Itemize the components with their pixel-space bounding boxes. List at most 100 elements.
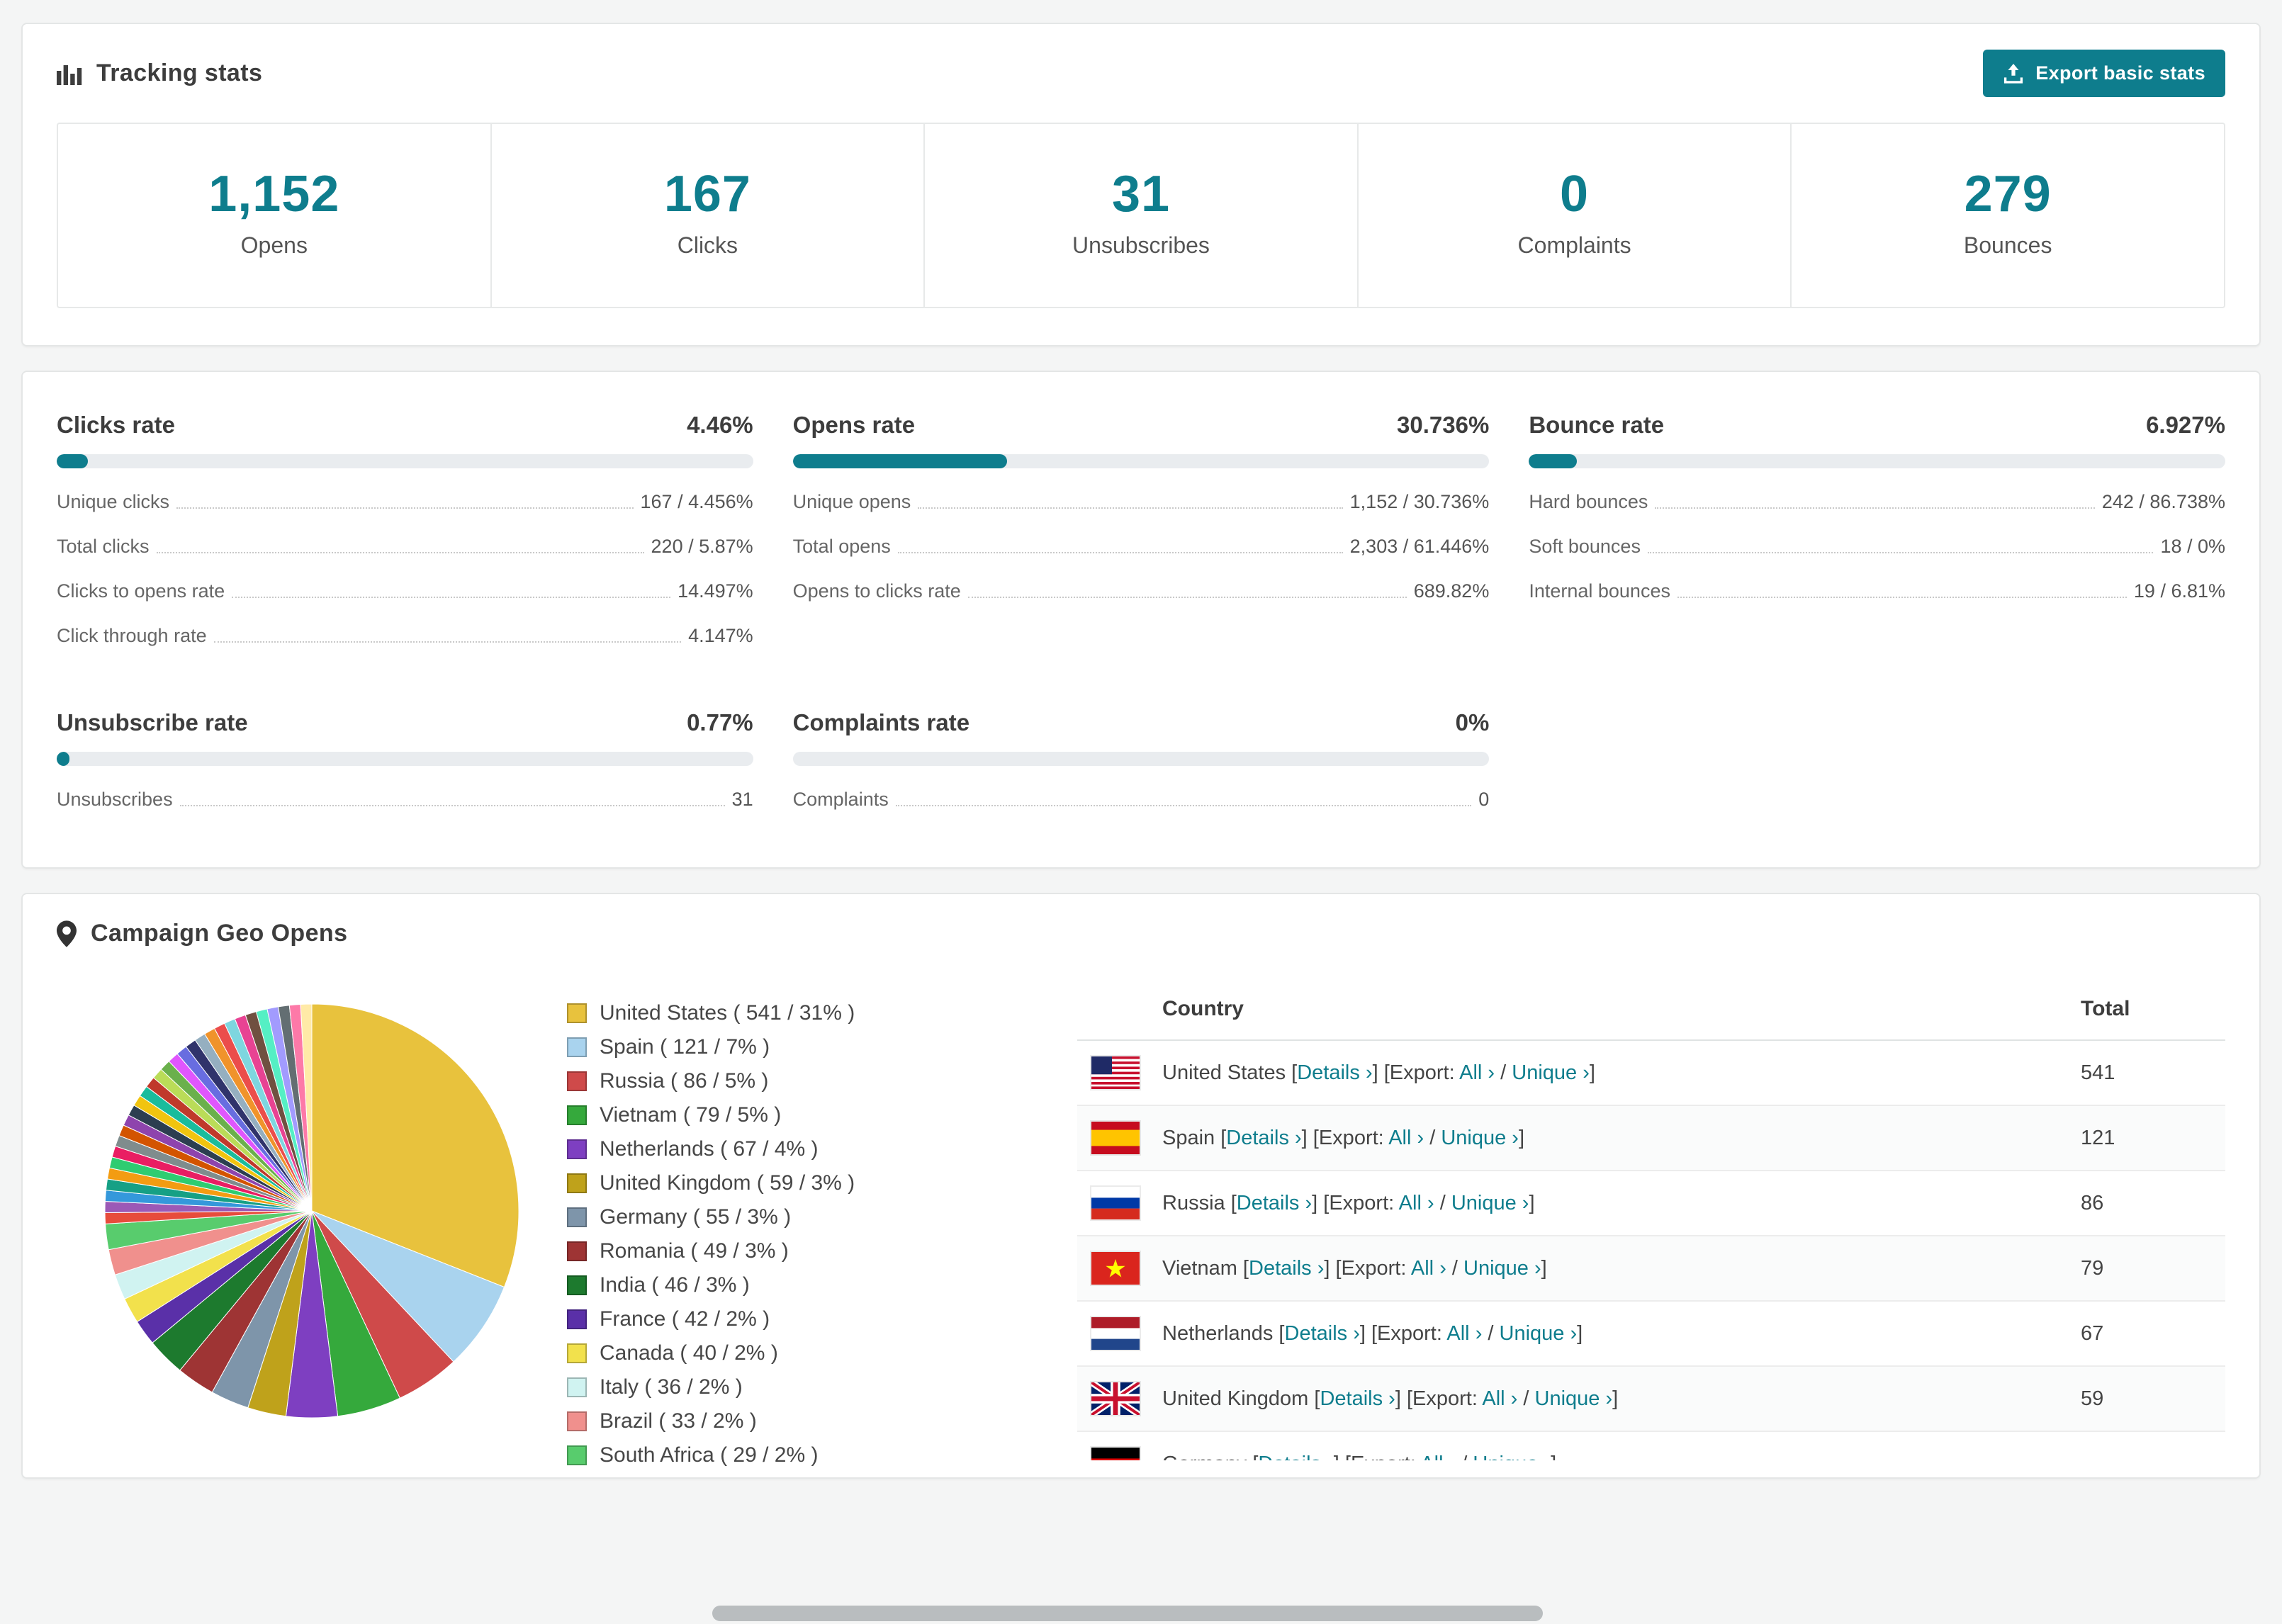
country-name: Germany: [1162, 1453, 1247, 1461]
export-label: Export:: [1341, 1256, 1407, 1280]
export-unique-link[interactable]: Unique ›: [1500, 1322, 1578, 1345]
dotted-leader: [232, 597, 671, 599]
export-label: Export:: [1318, 1126, 1384, 1149]
chevron-right-icon: ›: [1510, 1387, 1518, 1410]
export-all-link[interactable]: All ›: [1446, 1322, 1482, 1345]
legend-item-france: France ( 42 / 2% ): [567, 1307, 978, 1331]
rate-metric-soft-bounces: Soft bounces 18 / 0%: [1529, 536, 2225, 558]
legend-swatch: [567, 1377, 587, 1398]
flag-gb-icon: [1091, 1382, 1140, 1416]
export-label: Export:: [1329, 1191, 1395, 1214]
export-all-link[interactable]: All ›: [1420, 1453, 1456, 1461]
geo-table-row-united-kingdom: United Kingdom [Details ›] [Export: All …: [1077, 1366, 2225, 1433]
legend-swatch: [567, 1207, 587, 1228]
export-all-link[interactable]: All ›: [1388, 1127, 1424, 1149]
geo-table-header-row: Country Total: [1077, 979, 2225, 1042]
chevron-right-icon: ›: [1570, 1321, 1578, 1345]
rate-metric-unique-clicks: Unique clicks 167 / 4.456%: [57, 491, 753, 513]
geo-total: 86: [2067, 1171, 2225, 1237]
geo-table-row-russia: Russia [Details ›] [Export: All › / Uniq…: [1077, 1171, 2225, 1237]
rate-value: 4.46%: [687, 412, 753, 439]
export-unique-link[interactable]: Unique ›: [1512, 1061, 1590, 1084]
export-button-label: Export basic stats: [2035, 62, 2205, 84]
country-name: United Kingdom: [1162, 1387, 1309, 1410]
tracking-stats-title: Tracking stats: [57, 60, 262, 87]
details-link[interactable]: Details ›: [1285, 1322, 1360, 1345]
progress-bar: [57, 454, 753, 469]
progress-bar-fill: [1529, 454, 1578, 469]
export-all-link[interactable]: All ›: [1459, 1061, 1495, 1084]
rate-title: Bounce rate: [1529, 412, 1665, 439]
export-all-link[interactable]: All ›: [1399, 1192, 1434, 1214]
chevron-right-icon: ›: [1317, 1256, 1325, 1280]
country-name: Vietnam: [1162, 1256, 1237, 1280]
legend-swatch: [567, 1003, 587, 1024]
dotted-leader: [918, 507, 1343, 509]
chevron-right-icon: ›: [1427, 1191, 1434, 1214]
rate-block-bounce-rate: Bounce rate 6.927% Hard bounces 242 / 86…: [1529, 412, 2225, 647]
export-label: Export:: [1351, 1453, 1416, 1461]
legend-item-netherlands: Netherlands ( 67 / 4% ): [567, 1137, 978, 1161]
legend-swatch: [567, 1241, 587, 1262]
page: Tracking stats Export basic stats 1,152 …: [0, 0, 2282, 1621]
legend-item-canada: Canada ( 40 / 2% ): [567, 1341, 978, 1365]
rates-grid: Clicks rate 4.46% Unique clicks 167 / 4.…: [23, 372, 2259, 867]
rate-metric-unique-opens: Unique opens 1,152 / 30.736%: [792, 491, 1490, 513]
progress-bar: [792, 454, 1490, 469]
dotted-leader: [179, 805, 725, 807]
rate-metric-click-through-rate: Click through rate 4.147%: [57, 625, 753, 647]
stat-opens: 1,152 Opens: [58, 124, 492, 308]
rate-block-complaints-rate: Complaints rate 0% Complaints 0: [792, 709, 1490, 811]
rate-title: Complaints rate: [792, 709, 970, 736]
progress-bar: [1529, 454, 2225, 469]
flag-nl-icon: [1091, 1317, 1140, 1350]
details-link[interactable]: Details ›: [1237, 1192, 1312, 1214]
export-unique-link[interactable]: Unique ›: [1473, 1453, 1551, 1461]
rates-card: Clicks rate 4.46% Unique clicks 167 / 4.…: [21, 371, 2261, 869]
chevron-right-icon: ›: [1295, 1126, 1302, 1149]
stat-bounces: 279 Bounces: [1792, 124, 2224, 307]
details-link[interactable]: Details ›: [1320, 1387, 1395, 1410]
export-unique-link[interactable]: Unique ›: [1535, 1387, 1613, 1410]
chevron-right-icon: ›: [1488, 1061, 1495, 1084]
rate-metric-opens-to-clicks-rate: Opens to clicks rate 689.82%: [792, 580, 1490, 602]
dotted-leader: [1647, 552, 2154, 554]
geo-table-row-spain: Spain [Details ›] [Export: All › / Uniqu…: [1077, 1105, 2225, 1172]
dotted-leader: [1655, 507, 2095, 509]
legend-item-italy: Italy ( 36 / 2% ): [567, 1375, 978, 1399]
legend-swatch: [567, 1071, 587, 1092]
rate-value: 6.927%: [2146, 412, 2225, 439]
export-unique-link[interactable]: Unique ›: [1463, 1257, 1541, 1280]
export-all-link[interactable]: All ›: [1482, 1387, 1517, 1410]
stat-value: 31: [1111, 166, 1171, 222]
chevron-right-icon: ›: [1605, 1387, 1613, 1410]
progress-bar-fill: [792, 454, 1007, 469]
legend-item-united-kingdom: United Kingdom ( 59 / 3% ): [567, 1171, 978, 1195]
chevron-right-icon: ›: [1534, 1256, 1541, 1280]
column-header-total: Total: [2067, 979, 2225, 1042]
details-link[interactable]: Details ›: [1258, 1453, 1333, 1461]
stats-summary: 1,152 Opens 167 Clicks 31 Unsubscribes 0…: [57, 123, 2225, 309]
rate-title: Opens rate: [792, 412, 916, 439]
legend-swatch: [567, 1343, 587, 1364]
progress-bar-fill: [57, 752, 69, 767]
stat-label: Complaints: [1517, 232, 1631, 259]
rate-value: 0%: [1455, 709, 1490, 736]
geo-opens-title-text: Campaign Geo Opens: [91, 920, 348, 947]
stat-label: Unsubscribes: [1072, 232, 1210, 259]
dotted-leader: [213, 641, 682, 643]
export-unique-link[interactable]: Unique ›: [1441, 1127, 1519, 1149]
chevron-right-icon: ›: [1327, 1453, 1334, 1461]
export-unique-link[interactable]: Unique ›: [1451, 1192, 1529, 1214]
details-link[interactable]: Details ›: [1249, 1257, 1324, 1280]
export-basic-stats-button[interactable]: Export basic stats: [1983, 50, 2225, 97]
tracking-stats-title-text: Tracking stats: [96, 60, 263, 86]
geo-table-row-netherlands: Netherlands [Details ›] [Export: All › /…: [1077, 1301, 2225, 1368]
details-link[interactable]: Details ›: [1226, 1127, 1301, 1149]
horizontal-scrollbar[interactable]: [712, 1606, 1543, 1621]
geo-total: 67: [2067, 1301, 2225, 1368]
rate-block-opens-rate: Opens rate 30.736% Unique opens 1,152 / …: [792, 412, 1490, 647]
export-all-link[interactable]: All ›: [1411, 1257, 1446, 1280]
details-link[interactable]: Details ›: [1297, 1061, 1372, 1084]
legend-swatch: [567, 1105, 587, 1126]
